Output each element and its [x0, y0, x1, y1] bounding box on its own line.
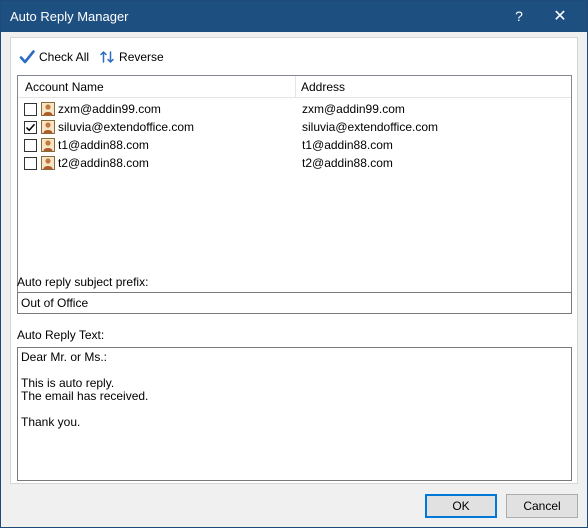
check-all-button[interactable]: Check All [19, 49, 89, 65]
account-checkbox[interactable] [24, 139, 37, 152]
close-button[interactable]: ✕ [542, 1, 578, 32]
reverse-button[interactable]: Reverse [99, 49, 164, 65]
list-item[interactable]: zxm@addin99.com zxm@addin99.com [18, 100, 571, 118]
reply-text-area[interactable]: Dear Mr. or Ms.: This is auto reply. The… [17, 347, 572, 481]
account-address: siluvia@extendoffice.com [302, 120, 439, 134]
cancel-button[interactable]: Cancel [506, 494, 578, 518]
account-address: t2@addin88.com [302, 156, 393, 170]
account-name: t2@addin88.com [58, 156, 149, 170]
dialog-content: Check All Reverse Account Name Address z… [10, 37, 578, 484]
account-name: siluvia@extendoffice.com [58, 120, 195, 134]
contact-card-icon [41, 138, 55, 152]
toolbar: Check All Reverse [19, 47, 174, 67]
checkmark-icon [19, 50, 35, 64]
account-name: zxm@addin99.com [58, 102, 161, 116]
auto-reply-manager-dialog: Auto Reply Manager ? ✕ Check All Reverse [0, 0, 588, 528]
subject-prefix-input[interactable]: Out of Office [17, 292, 572, 314]
contact-card-icon [41, 102, 55, 116]
list-item[interactable]: t1@addin88.com t1@addin88.com [18, 136, 571, 154]
title-bar: Auto Reply Manager ? ✕ [1, 1, 587, 32]
column-header-account-name[interactable]: Account Name [18, 76, 296, 98]
reverse-label: Reverse [119, 50, 164, 64]
swap-arrows-icon [100, 51, 114, 63]
list-header: Account Name Address [18, 76, 571, 98]
account-checkbox[interactable] [24, 157, 37, 170]
contact-card-icon [41, 120, 55, 134]
account-checkbox[interactable] [24, 121, 37, 134]
account-address: t1@addin88.com [302, 138, 393, 152]
checkmark-icon [25, 123, 36, 132]
list-item[interactable]: siluvia@extendoffice.com siluvia@extendo… [18, 118, 571, 136]
contact-card-icon [41, 156, 55, 170]
column-header-address[interactable]: Address [296, 76, 571, 98]
account-checkbox[interactable] [24, 103, 37, 116]
account-name: t1@addin88.com [58, 138, 149, 152]
help-button[interactable]: ? [501, 1, 537, 32]
reply-text-label: Auto Reply Text: [17, 328, 105, 342]
account-address: zxm@addin99.com [302, 102, 405, 116]
ok-button[interactable]: OK [425, 494, 497, 518]
list-item[interactable]: t2@addin88.com t2@addin88.com [18, 154, 571, 172]
subject-prefix-label: Auto reply subject prefix: [17, 275, 149, 289]
check-all-label: Check All [39, 50, 90, 64]
accounts-list[interactable]: Account Name Address zxm@addin99.com zxm… [17, 75, 572, 301]
window-title: Auto Reply Manager [10, 9, 129, 24]
